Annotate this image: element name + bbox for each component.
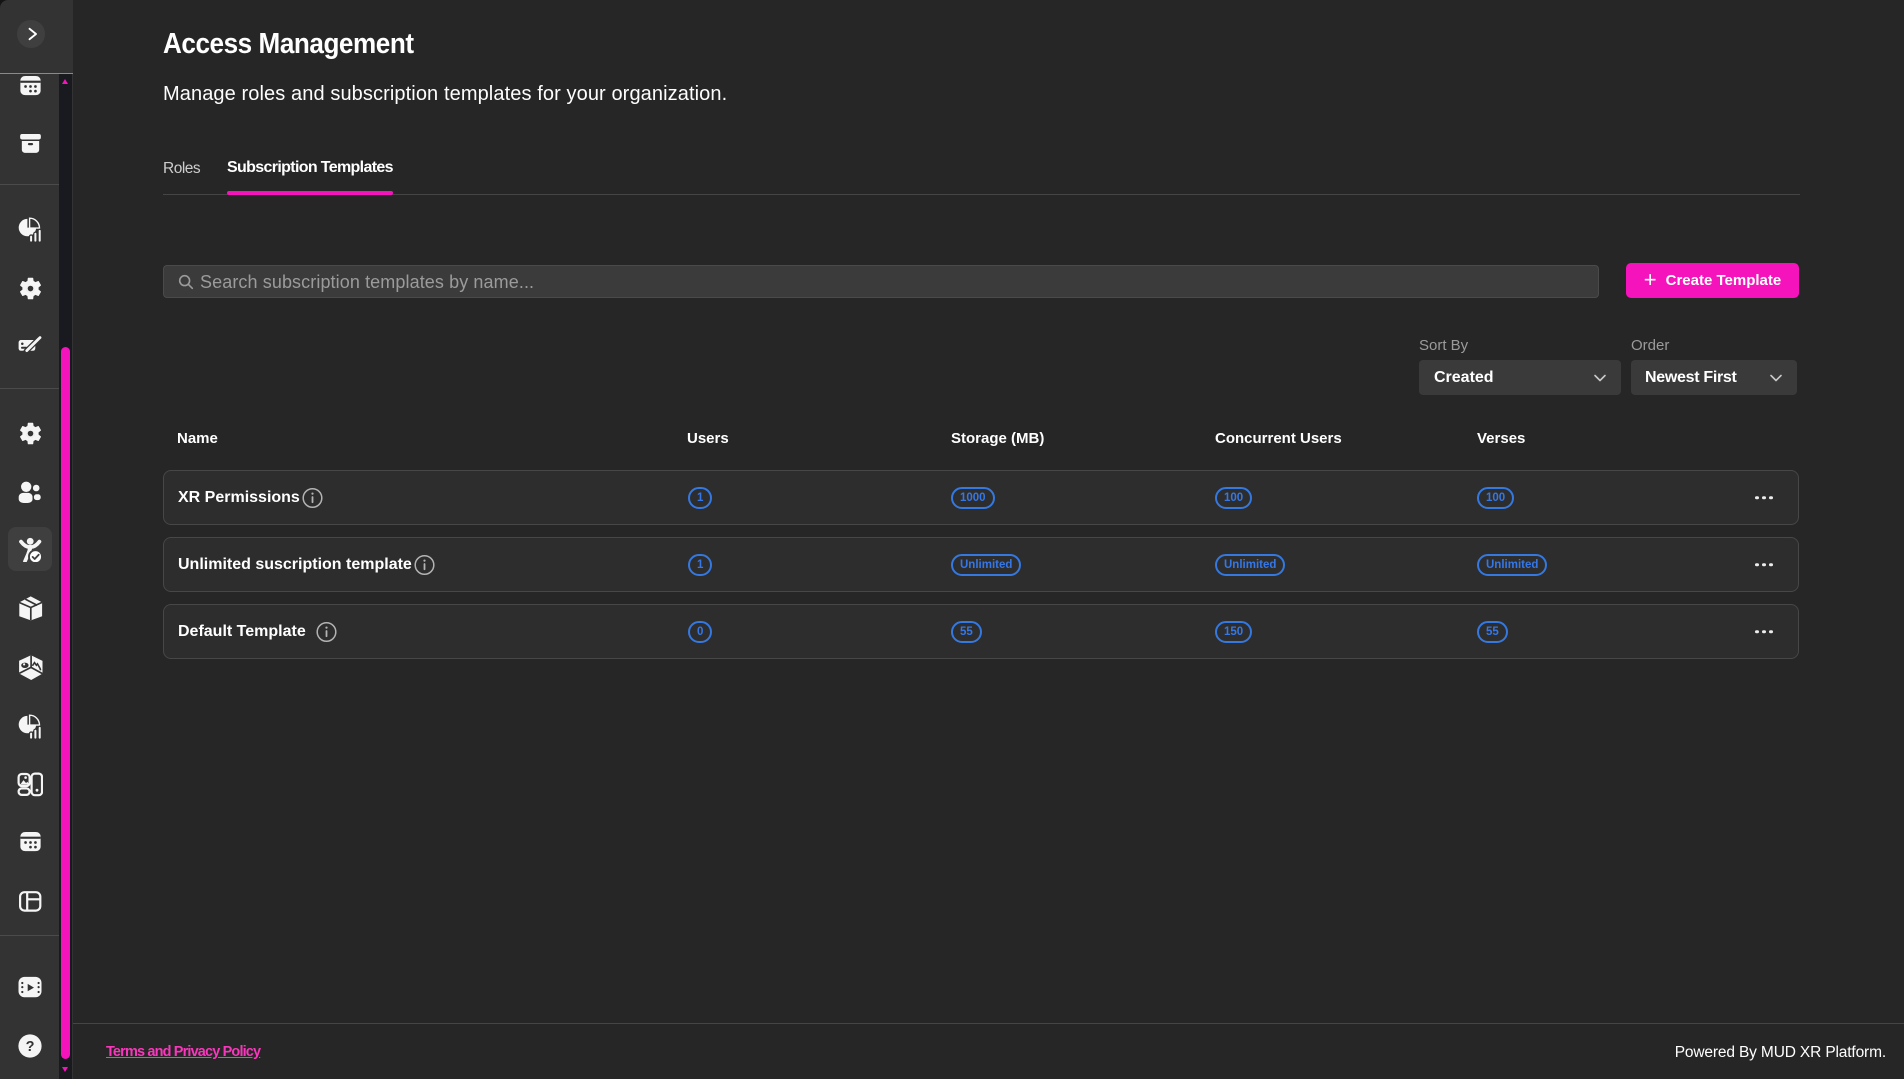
svg-text:?: ? <box>26 1039 35 1055</box>
